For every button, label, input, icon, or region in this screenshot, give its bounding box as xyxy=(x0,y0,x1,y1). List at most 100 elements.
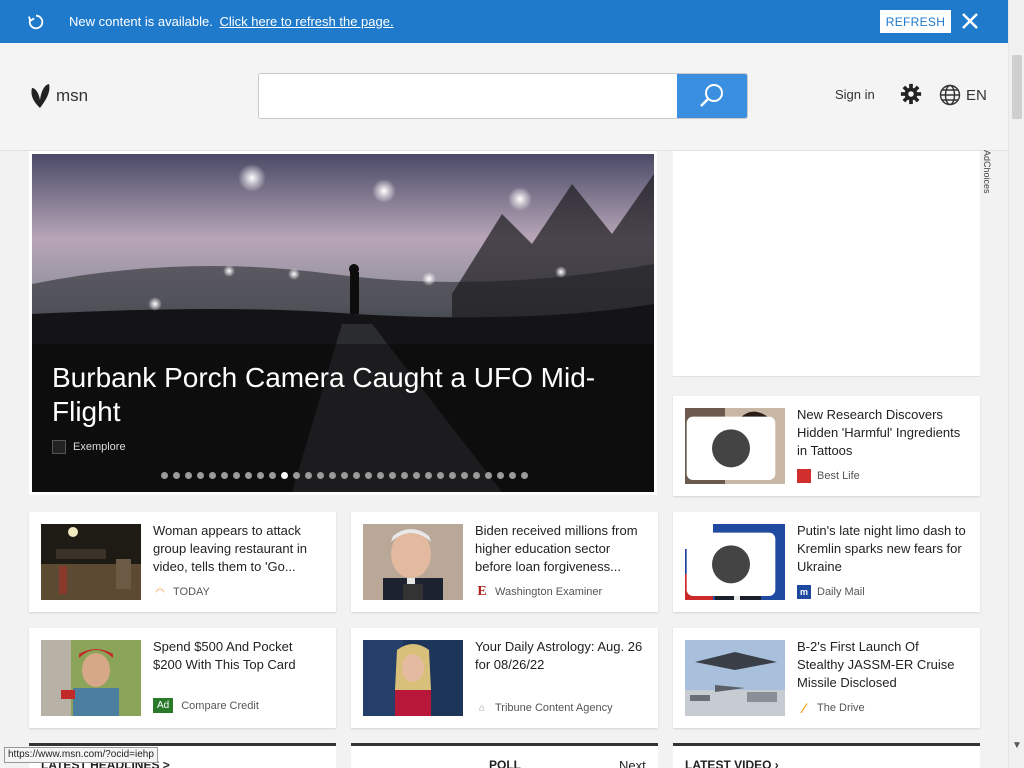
carousel-dot[interactable] xyxy=(485,472,492,479)
best-life-icon xyxy=(797,469,811,483)
card-thumbnail[interactable] xyxy=(363,640,463,716)
ad-panel[interactable] xyxy=(673,151,980,377)
carousel-dot[interactable] xyxy=(257,472,264,479)
scroll-down-arrow-icon[interactable]: ▼ xyxy=(1012,740,1022,751)
refresh-button[interactable]: REFRESH xyxy=(880,10,951,33)
carousel-dot[interactable] xyxy=(521,472,528,479)
carousel-dot[interactable] xyxy=(353,472,360,479)
card-thumbnail[interactable] xyxy=(685,408,785,484)
carousel-dot[interactable] xyxy=(449,472,456,479)
camera-icon xyxy=(686,532,776,596)
card-title[interactable]: Biden received millions from higher educ… xyxy=(475,522,647,576)
card-title[interactable]: Your Daily Astrology: Aug. 26 for 08/26/… xyxy=(475,638,647,674)
daily-mail-icon: m xyxy=(797,585,811,599)
carousel-dot[interactable] xyxy=(437,472,444,479)
carousel-dot[interactable] xyxy=(377,472,384,479)
hero-image[interactable]: Burbank Porch Camera Caught a UFO Mid-Fl… xyxy=(32,154,654,492)
carousel-dot[interactable] xyxy=(185,472,192,479)
carousel-dot[interactable] xyxy=(161,472,168,479)
card-thumbnail[interactable] xyxy=(41,524,141,600)
card-source: E Washington Examiner xyxy=(475,584,603,599)
refresh-page-link[interactable]: Click here to refresh the page. xyxy=(219,14,393,29)
carousel-dot[interactable] xyxy=(473,472,480,479)
card-thumbnail[interactable] xyxy=(685,524,785,600)
scrollbar-thumb[interactable] xyxy=(1012,55,1022,119)
search-box xyxy=(258,73,748,119)
ad-choices-label[interactable]: AdChoices xyxy=(982,150,992,194)
news-card[interactable]: B-2's First Launch Of Stealthy JASSM-ER … xyxy=(673,628,980,728)
carousel-dot[interactable] xyxy=(365,472,372,479)
msn-logo[interactable]: msn xyxy=(28,82,88,110)
card-thumbnail[interactable] xyxy=(41,640,141,716)
carousel-dot[interactable] xyxy=(233,472,240,479)
news-card[interactable]: Putin's late night limo dash to Kremlin … xyxy=(673,512,980,612)
card-source: ⌂ Tribune Content Agency xyxy=(475,701,613,715)
search-input[interactable] xyxy=(259,74,677,118)
source-name: Washington Examiner xyxy=(495,586,603,598)
card-thumbnail[interactable] xyxy=(685,640,785,716)
refresh-notification-bar: New content is available. Click here to … xyxy=(0,0,1008,43)
carousel-dot[interactable] xyxy=(317,472,324,479)
carousel-dot[interactable] xyxy=(245,472,252,479)
poll-section[interactable]: POLL Next xyxy=(351,743,658,768)
refresh-icon[interactable] xyxy=(27,13,45,31)
ad-card[interactable]: Spend $500 And Pocket $200 With This Top… xyxy=(29,628,336,728)
carousel-dot[interactable] xyxy=(413,472,420,479)
hero-source: Exemplore xyxy=(52,440,126,454)
search-button[interactable] xyxy=(677,74,747,118)
card-source: Ad Compare Credit xyxy=(153,698,259,713)
chevron-right-icon: › xyxy=(774,758,779,768)
carousel-dot[interactable] xyxy=(293,472,300,479)
carousel-dot[interactable] xyxy=(389,472,396,479)
washington-examiner-icon: E xyxy=(477,584,487,599)
card-title[interactable]: New Research Discovers Hidden 'Harmful' … xyxy=(797,406,969,460)
source-name: Daily Mail xyxy=(817,586,865,598)
news-card[interactable]: Woman appears to attack group leaving re… xyxy=(29,512,336,612)
latest-video-label[interactable]: LATEST VIDEO › xyxy=(685,758,779,768)
carousel-dot[interactable] xyxy=(173,472,180,479)
carousel-dot[interactable] xyxy=(509,472,516,479)
carousel-dot[interactable] xyxy=(221,472,228,479)
news-card[interactable]: Biden received millions from higher educ… xyxy=(351,512,658,612)
logo-text: msn xyxy=(56,86,89,105)
butterfly-icon xyxy=(31,84,50,108)
carousel-dot[interactable] xyxy=(197,472,204,479)
latest-video-section[interactable]: LATEST VIDEO › xyxy=(673,743,980,768)
camera-icon xyxy=(686,416,776,480)
source-name: Tribune Content Agency xyxy=(495,702,613,714)
carousel-dot[interactable] xyxy=(269,472,276,479)
card-title[interactable]: Spend $500 And Pocket $200 With This Top… xyxy=(153,638,325,674)
card-title[interactable]: Putin's late night limo dash to Kremlin … xyxy=(797,522,969,576)
carousel-dot[interactable] xyxy=(341,472,348,479)
hero-carousel[interactable]: Burbank Porch Camera Caught a UFO Mid-Fl… xyxy=(29,151,657,495)
b2-bomber-photo xyxy=(685,640,785,716)
carousel-dot[interactable] xyxy=(401,472,408,479)
carousel-dot[interactable] xyxy=(497,472,504,479)
sign-in-link[interactable]: Sign in xyxy=(835,87,875,102)
card-title[interactable]: B-2's First Launch Of Stealthy JASSM-ER … xyxy=(797,638,969,692)
carousel-dot[interactable] xyxy=(329,472,336,479)
carousel-dot[interactable] xyxy=(461,472,468,479)
carousel-dot[interactable] xyxy=(209,472,216,479)
carousel-dot[interactable] xyxy=(425,472,432,479)
search-icon xyxy=(700,84,723,107)
vertical-scrollbar[interactable]: ▼ xyxy=(1008,0,1024,768)
source-name: Compare Credit xyxy=(181,699,259,712)
latest-video-text: LATEST VIDEO xyxy=(685,758,772,768)
carousel-dot[interactable] xyxy=(281,472,288,479)
news-card[interactable]: New Research Discovers Hidden 'Harmful' … xyxy=(673,396,980,496)
notification-text: New content is available. xyxy=(69,14,213,29)
poll-next-link[interactable]: Next xyxy=(619,758,646,768)
carousel-dot[interactable] xyxy=(305,472,312,479)
card-title[interactable]: Woman appears to attack group leaving re… xyxy=(153,522,325,576)
card-thumbnail[interactable] xyxy=(363,524,463,600)
globe-icon[interactable] xyxy=(939,84,961,106)
news-card[interactable]: Your Daily Astrology: Aug. 26 for 08/26/… xyxy=(351,628,658,728)
hero-title[interactable]: Burbank Porch Camera Caught a UFO Mid-Fl… xyxy=(52,361,612,429)
source-name: The Drive xyxy=(817,702,865,714)
gear-icon[interactable] xyxy=(900,83,922,105)
tribune-icon: ⌂ xyxy=(478,702,486,714)
carousel-dots[interactable] xyxy=(161,472,528,479)
language-selector[interactable]: EN xyxy=(966,87,987,104)
close-icon[interactable] xyxy=(959,10,981,32)
